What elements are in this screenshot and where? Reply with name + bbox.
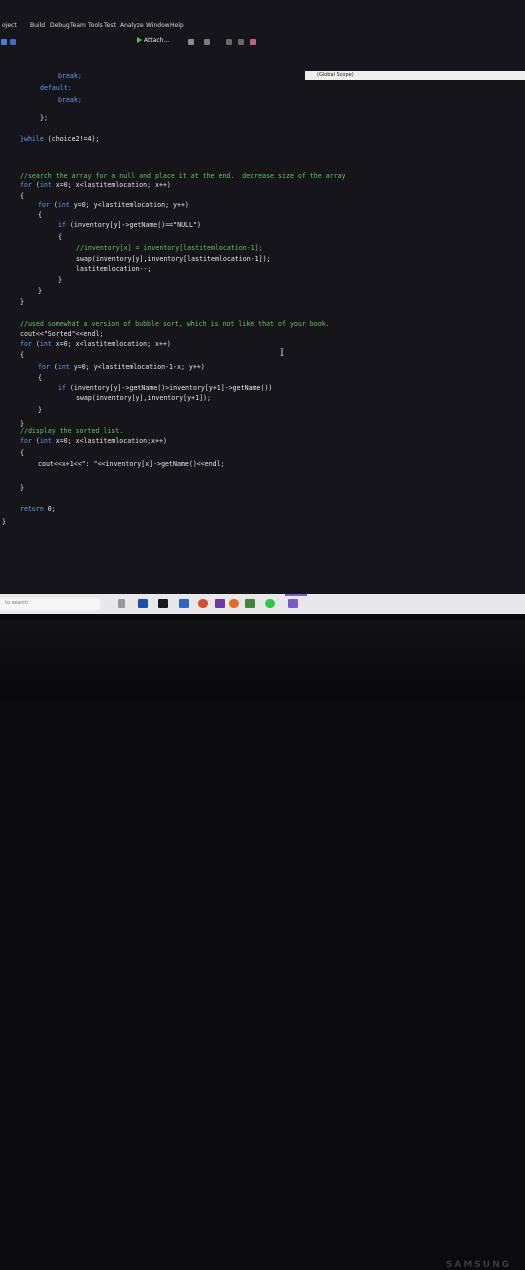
taskbar: to search xyxy=(0,594,525,614)
visual-studio-icon[interactable] xyxy=(288,599,298,608)
app-icon[interactable] xyxy=(229,599,239,608)
app-icon[interactable] xyxy=(138,599,148,608)
code-line: break; xyxy=(58,72,82,80)
code-line: } xyxy=(2,518,6,526)
code-line: for (int x=0; x<lastitemlocation; x++) xyxy=(20,340,171,348)
code-line: if (inventory[y]->getName()>inventory[y+… xyxy=(58,384,273,392)
code-line: { xyxy=(38,374,42,382)
code-line: cout<<"Sorted"<<endl; xyxy=(20,330,104,338)
code-line: for (int x=0; x<lastitemlocation; x++) xyxy=(20,181,171,189)
code-line: }while (choice2!=4); xyxy=(20,135,100,143)
code-line: for (int y=0; y<lastitemlocation-1-x; y+… xyxy=(38,363,205,371)
monitor-brand-logo: SAMSUNG xyxy=(445,1260,511,1270)
code-line: } xyxy=(38,406,42,414)
code-line: { xyxy=(58,233,62,241)
code-line: { xyxy=(20,351,24,359)
code-line: } xyxy=(20,298,24,306)
code-line: if (inventory[y]->getName()=="NULL") xyxy=(58,221,201,229)
app-icon[interactable] xyxy=(179,599,189,608)
code-editor[interactable]: break; default: break; }; }while (choice… xyxy=(0,0,525,612)
taskbar-search-placeholder: to search xyxy=(5,600,29,606)
code-comment: //inventory[x] = inventory[lastitemlocat… xyxy=(76,244,263,252)
code-comment: //display the sorted list. xyxy=(20,427,124,435)
code-line: default: xyxy=(40,84,72,92)
text-cursor-icon: I xyxy=(280,348,284,359)
code-line: cout<<x+1<<": "<<inventory[x]->getName()… xyxy=(38,460,225,468)
code-line: for (int y=0; y<lastitemlocation; y++) xyxy=(38,201,189,209)
app-icon[interactable] xyxy=(245,599,255,608)
code-line: { xyxy=(38,211,42,219)
code-line: { xyxy=(20,192,24,200)
taskbar-search-box[interactable]: to search xyxy=(0,598,100,610)
code-line: swap(inventory[y],inventory[lastitemloca… xyxy=(76,255,271,263)
code-line: swap(inventory[y],inventory[y+1]); xyxy=(76,394,211,402)
monitor-bezel: SAMSUNG xyxy=(0,620,525,1270)
code-comment: //used somewhat a version of bubble sort… xyxy=(20,320,330,328)
code-line: }; xyxy=(40,114,48,122)
code-line: lastitemlocation--; xyxy=(76,265,152,273)
code-line: for (int x=0; x<lastitemlocation;x++) xyxy=(20,437,167,445)
code-comment: //search the array for a null and place … xyxy=(20,172,346,180)
app-icon[interactable] xyxy=(265,599,275,608)
task-view-icon[interactable] xyxy=(118,599,125,608)
active-app-indicator xyxy=(285,594,307,596)
code-line: } xyxy=(38,287,42,295)
code-line: } xyxy=(20,484,24,492)
app-icon[interactable] xyxy=(158,599,168,608)
app-icon[interactable] xyxy=(215,599,225,608)
code-line: break; xyxy=(58,96,82,104)
screen: oject Build Debug Team Tools Test Analyz… xyxy=(0,0,525,612)
code-line: { xyxy=(20,449,24,457)
browser-icon[interactable] xyxy=(198,599,208,608)
code-line: } xyxy=(58,276,62,284)
code-line: return 0; xyxy=(20,505,56,513)
